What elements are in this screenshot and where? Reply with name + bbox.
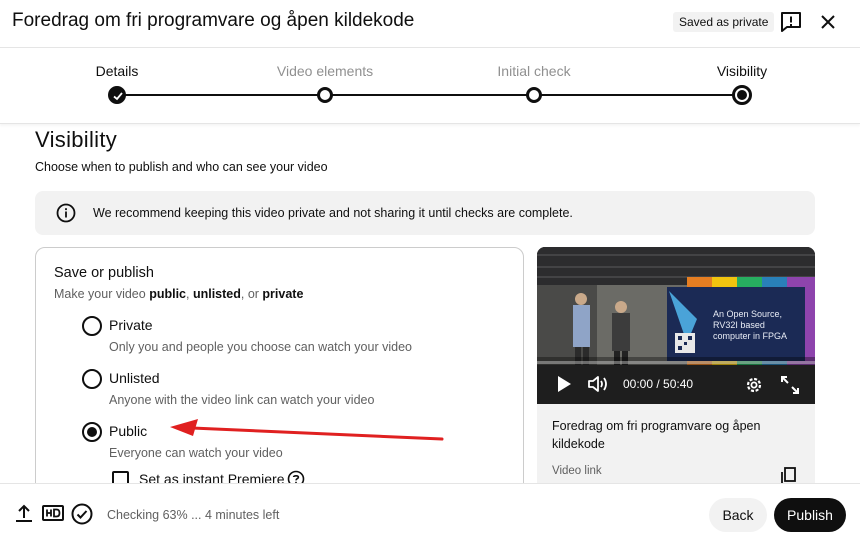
video-player[interactable]: An Open Source, RV32I based computer in … bbox=[537, 247, 815, 404]
video-title: Foredrag om fri programvare og åpen kild… bbox=[12, 10, 415, 31]
play-icon[interactable] bbox=[555, 375, 573, 398]
section-title: Visibility bbox=[35, 127, 118, 152]
card-subtitle: Make your video public, unlisted, or pri… bbox=[54, 287, 303, 301]
radio-unlisted[interactable] bbox=[82, 369, 102, 389]
video-link-label: Video link bbox=[552, 465, 602, 477]
gear-icon[interactable] bbox=[744, 375, 764, 400]
option-label[interactable]: Unlisted bbox=[109, 370, 160, 386]
banner-text: We recommend keeping this video private … bbox=[93, 206, 573, 220]
report-feedback-icon[interactable] bbox=[778, 9, 804, 35]
radio-private[interactable] bbox=[82, 316, 102, 336]
tab-initial-check[interactable]: Initial check bbox=[497, 63, 570, 79]
checking-status: Checking 63% ... 4 minutes left bbox=[107, 508, 280, 522]
dialog-footer: Checking 63% ... 4 minutes left Back Pub… bbox=[0, 483, 860, 540]
subtitle-unlisted: unlisted bbox=[192, 287, 241, 301]
subtitle-prefix: Make your video bbox=[54, 287, 150, 301]
subtitle-private: private bbox=[262, 287, 304, 301]
step-dot-initial-check[interactable] bbox=[526, 87, 542, 103]
tab-details[interactable]: Details bbox=[96, 63, 139, 79]
slide-text: An Open Source, RV32I based computer in … bbox=[713, 309, 788, 341]
subtitle-sep: , bbox=[186, 287, 193, 301]
tab-visibility[interactable]: Visibility bbox=[717, 63, 767, 79]
subtitle-sep: , or bbox=[240, 287, 263, 301]
step-done-check-icon[interactable] bbox=[108, 86, 126, 104]
player-controls: 00:00 / 50:40 bbox=[537, 369, 815, 399]
save-or-publish-card: Save or publish Make your video public, … bbox=[35, 247, 524, 497]
option-description: Only you and people you choose can watch… bbox=[109, 340, 412, 354]
option-label[interactable]: Public bbox=[109, 423, 147, 439]
dialog-header: Foredrag om fri programvare og åpen kild… bbox=[0, 0, 860, 48]
subtitle-public: public bbox=[149, 287, 186, 301]
check-status-icon[interactable] bbox=[71, 503, 93, 530]
option-description: Anyone with the video link can watch you… bbox=[109, 393, 375, 407]
info-icon bbox=[56, 203, 76, 223]
option-label[interactable]: Private bbox=[109, 317, 153, 333]
recommendation-banner: We recommend keeping this video private … bbox=[35, 191, 815, 235]
back-button[interactable]: Back bbox=[709, 498, 767, 532]
close-icon[interactable] bbox=[815, 9, 841, 35]
preview-title: Foredrag om fri programvare og åpen kild… bbox=[552, 419, 761, 451]
publish-button[interactable]: Publish bbox=[774, 498, 846, 532]
fullscreen-icon[interactable] bbox=[780, 375, 800, 400]
card-title: Save or publish bbox=[54, 265, 154, 281]
step-dot-video-elements[interactable] bbox=[317, 87, 333, 103]
option-description: Everyone can watch your video bbox=[109, 446, 283, 460]
stepper-progress-line bbox=[117, 94, 742, 96]
saved-status-badge: Saved as private bbox=[673, 12, 775, 32]
upload-icon[interactable] bbox=[14, 503, 34, 528]
video-preview-card: An Open Source, RV32I based computer in … bbox=[537, 247, 815, 487]
tab-video-elements[interactable]: Video elements bbox=[277, 63, 373, 79]
volume-icon[interactable] bbox=[588, 375, 610, 398]
radio-public[interactable] bbox=[82, 422, 102, 442]
video-progress-bar[interactable] bbox=[537, 361, 815, 364]
step-dot-visibility[interactable] bbox=[732, 85, 752, 105]
section-subtitle: Choose when to publish and who can see y… bbox=[35, 160, 328, 174]
hd-icon[interactable] bbox=[42, 503, 64, 528]
video-time: 00:00 / 50:40 bbox=[623, 377, 694, 391]
upload-stepper: Details Video elements Initial check Vis… bbox=[0, 49, 860, 124]
